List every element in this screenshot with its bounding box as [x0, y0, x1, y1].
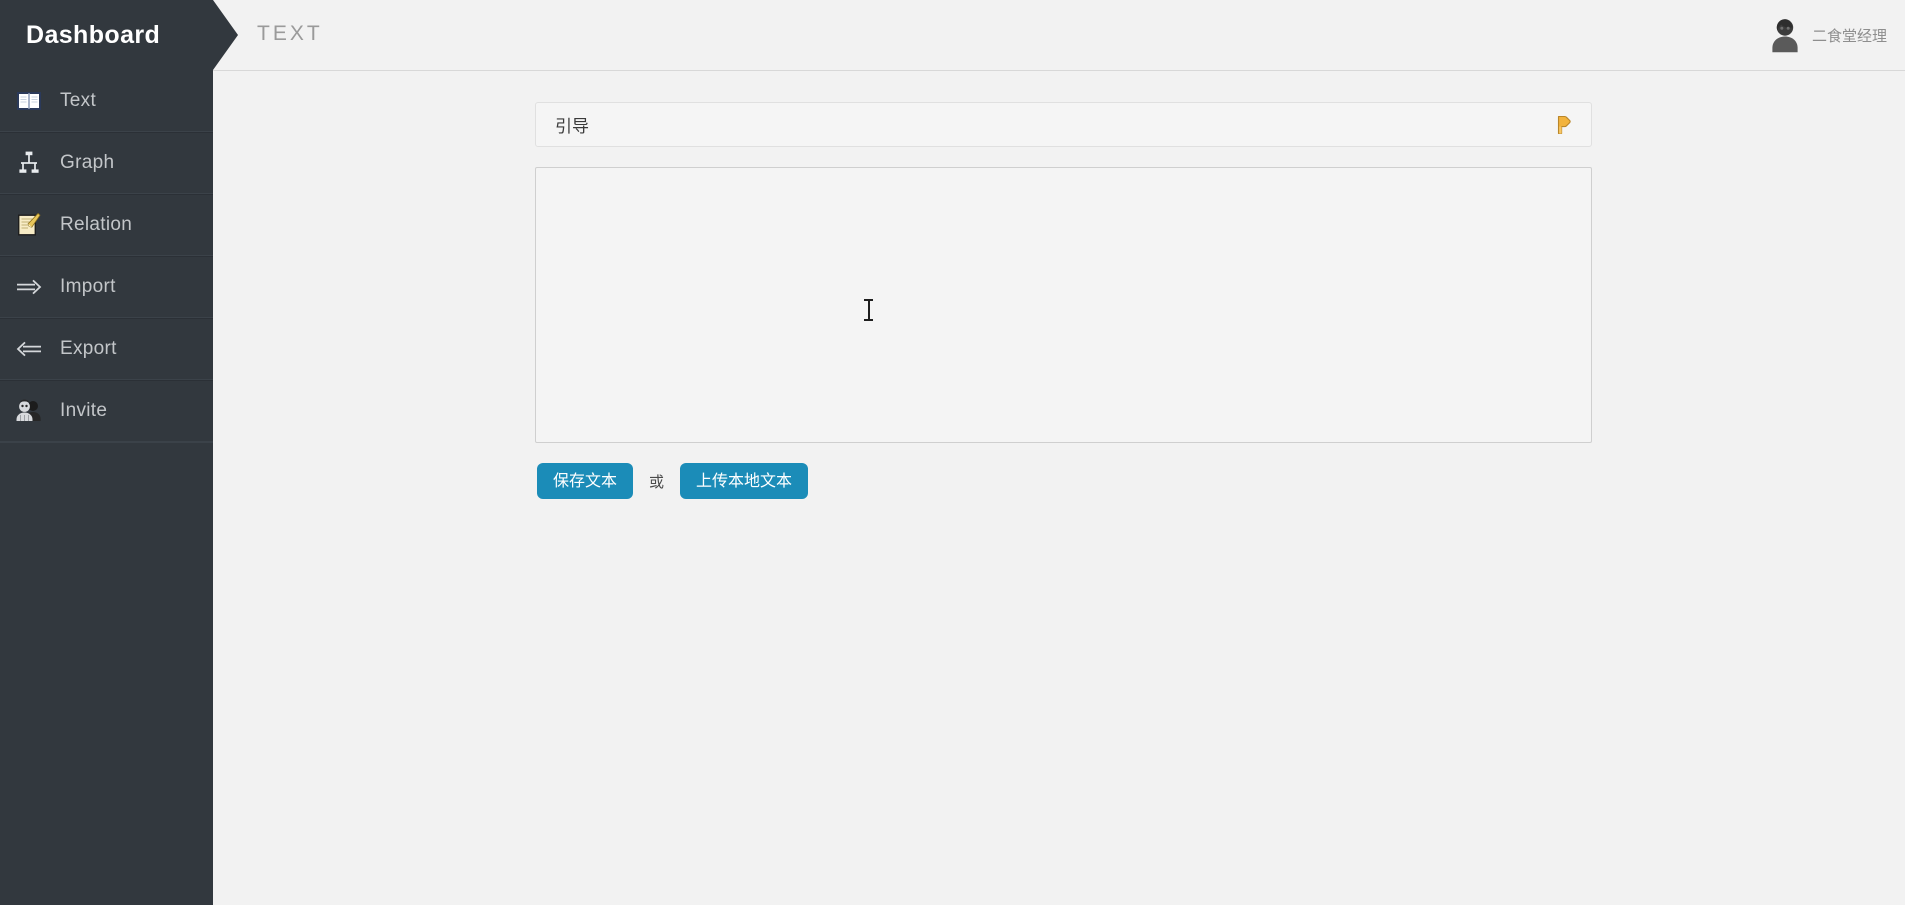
panel-title: 引导 [555, 117, 589, 137]
sidebar-item-label: Invite [60, 400, 108, 421]
arrow-right-icon [14, 272, 44, 302]
sidebar-item-label: Relation [60, 214, 133, 235]
save-text-button[interactable]: 保存文本 [537, 463, 634, 499]
sidebar-item-label: Text [60, 89, 97, 111]
brand-title: Dashboard [26, 20, 161, 49]
user-account-area[interactable]: 二食堂经理 [1764, 6, 1895, 64]
sidebar-item-import[interactable]: Import [0, 256, 213, 318]
user-name-label: 二食堂经理 [1811, 26, 1887, 45]
page-title: TEXT [257, 22, 323, 45]
app-root: Dashboard TEXT 二食堂经理 Text Graph Relation… [0, 0, 1905, 905]
graph-icon [14, 148, 44, 178]
note-pencil-icon [14, 210, 44, 240]
guide-text-input[interactable] [535, 167, 1592, 443]
sidebar-nav: Text Graph Relation Import Export Invite [0, 70, 213, 905]
brand-block[interactable]: Dashboard [0, 0, 213, 70]
or-separator-label: 或 [649, 472, 665, 491]
panel-actions: 保存文本 或 上传本地文本 [535, 463, 1592, 499]
pointing-hand-icon[interactable] [1551, 112, 1577, 138]
main-content: 引导 保存文本 或 上传本地文本 [213, 71, 1905, 905]
sidebar-item-text[interactable]: Text [0, 70, 213, 132]
sidebar-item-export[interactable]: Export [0, 318, 213, 380]
upload-local-text-button[interactable]: 上传本地文本 [680, 463, 809, 499]
users-icon [14, 396, 44, 426]
brand-arrow-decoration [213, 0, 238, 70]
guide-panel: 引导 保存文本 或 上传本地文本 [535, 102, 1592, 499]
sidebar-item-graph[interactable]: Graph [0, 132, 213, 194]
sidebar-item-label: Export [60, 338, 117, 359]
book-icon [14, 86, 44, 116]
arrow-left-icon [14, 334, 44, 364]
panel-header: 引导 [535, 102, 1592, 147]
user-avatar-icon [1764, 14, 1806, 56]
sidebar-item-label: Import [60, 276, 116, 297]
sidebar-item-relation[interactable]: Relation [0, 194, 213, 256]
sidebar-divider [0, 442, 213, 443]
top-header-bar: Dashboard TEXT 二食堂经理 [0, 0, 1905, 71]
sidebar-item-invite[interactable]: Invite [0, 380, 213, 442]
sidebar-item-label: Graph [60, 152, 115, 173]
brand-area[interactable]: Dashboard [0, 0, 238, 70]
